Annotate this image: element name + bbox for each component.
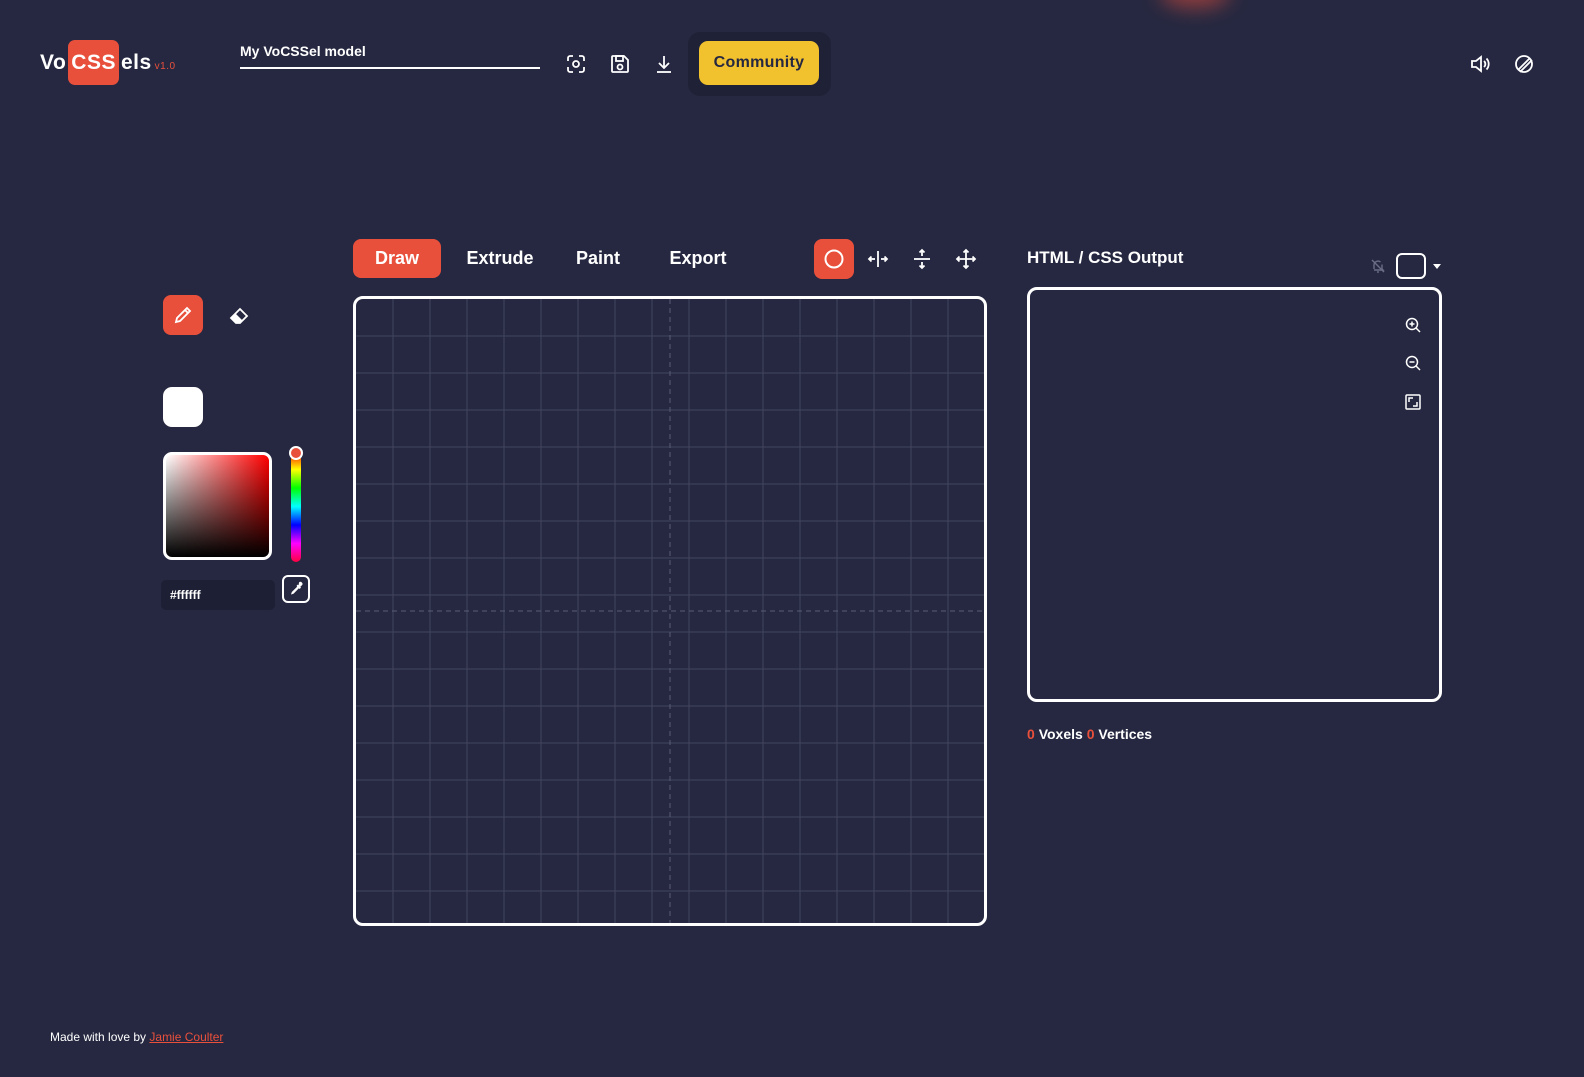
circle-icon [824, 249, 844, 269]
mirror-vertical-icon [914, 248, 930, 270]
model-stats: 0 Voxels 0 Vertices [1027, 726, 1152, 742]
vertex-count: 0 [1086, 726, 1095, 742]
app-logo: Vo CSS els v1.0 [40, 40, 176, 85]
decorative-glow [1160, 0, 1230, 8]
footer: Made with love by Jamie Coulter [50, 1030, 223, 1044]
tab-extrude[interactable]: Extrude [457, 239, 543, 278]
logo-text-els: els [120, 50, 152, 74]
eraser-icon [229, 307, 249, 324]
circle-tool-button[interactable] [814, 239, 854, 279]
camera-rotate-icon[interactable] [560, 48, 592, 80]
zoom-out-icon[interactable] [1401, 351, 1425, 375]
eraser-tool-button[interactable] [219, 295, 259, 335]
eyedropper-button[interactable] [282, 575, 310, 603]
zoom-in-icon[interactable] [1401, 313, 1425, 337]
community-button[interactable]: Community [699, 41, 819, 85]
eyedropper-icon [291, 581, 303, 595]
shape-select[interactable] [1396, 253, 1426, 279]
current-color-swatch[interactable] [163, 387, 203, 427]
fit-icon[interactable] [1401, 390, 1425, 414]
volume-icon[interactable] [1464, 48, 1496, 80]
hex-color-input[interactable] [161, 580, 275, 610]
author-link[interactable]: Jamie Coulter [149, 1030, 223, 1044]
move-icon [955, 248, 977, 270]
drawing-canvas[interactable] [353, 296, 987, 926]
model-name-input[interactable]: My VoCSSel model [240, 42, 540, 69]
mirror-horizontal-icon [867, 251, 889, 267]
tab-paint[interactable]: Paint [564, 239, 632, 278]
voxel-label: Voxels [1038, 726, 1083, 742]
notification-off-icon[interactable] [1370, 258, 1386, 279]
save-icon[interactable] [604, 48, 636, 80]
tab-draw[interactable]: Draw [353, 239, 441, 278]
tab-export[interactable]: Export [660, 239, 736, 278]
theme-icon[interactable] [1508, 48, 1540, 80]
logo-text-vo: Vo [40, 50, 67, 74]
vertex-label: Vertices [1098, 726, 1153, 742]
hue-slider-handle[interactable] [289, 446, 303, 460]
footer-text: Made with love by [50, 1030, 147, 1044]
output-preview [1027, 287, 1442, 702]
move-button[interactable] [946, 239, 986, 279]
hue-slider[interactable] [291, 451, 301, 562]
output-title: HTML / CSS Output [1027, 248, 1184, 267]
mirror-horizontal-button[interactable] [858, 239, 898, 279]
logo-text-css: CSS [68, 40, 119, 85]
shape-select-caret-icon[interactable] [1433, 264, 1441, 269]
mirror-vertical-button[interactable] [902, 239, 942, 279]
voxel-count: 0 [1027, 726, 1035, 742]
pencil-tool-button[interactable] [163, 295, 203, 335]
pencil-icon [174, 306, 192, 324]
saturation-value-picker[interactable] [163, 452, 272, 560]
canvas-grid [356, 299, 984, 923]
logo-version: v1.0 [154, 61, 176, 72]
download-icon[interactable] [648, 48, 680, 80]
